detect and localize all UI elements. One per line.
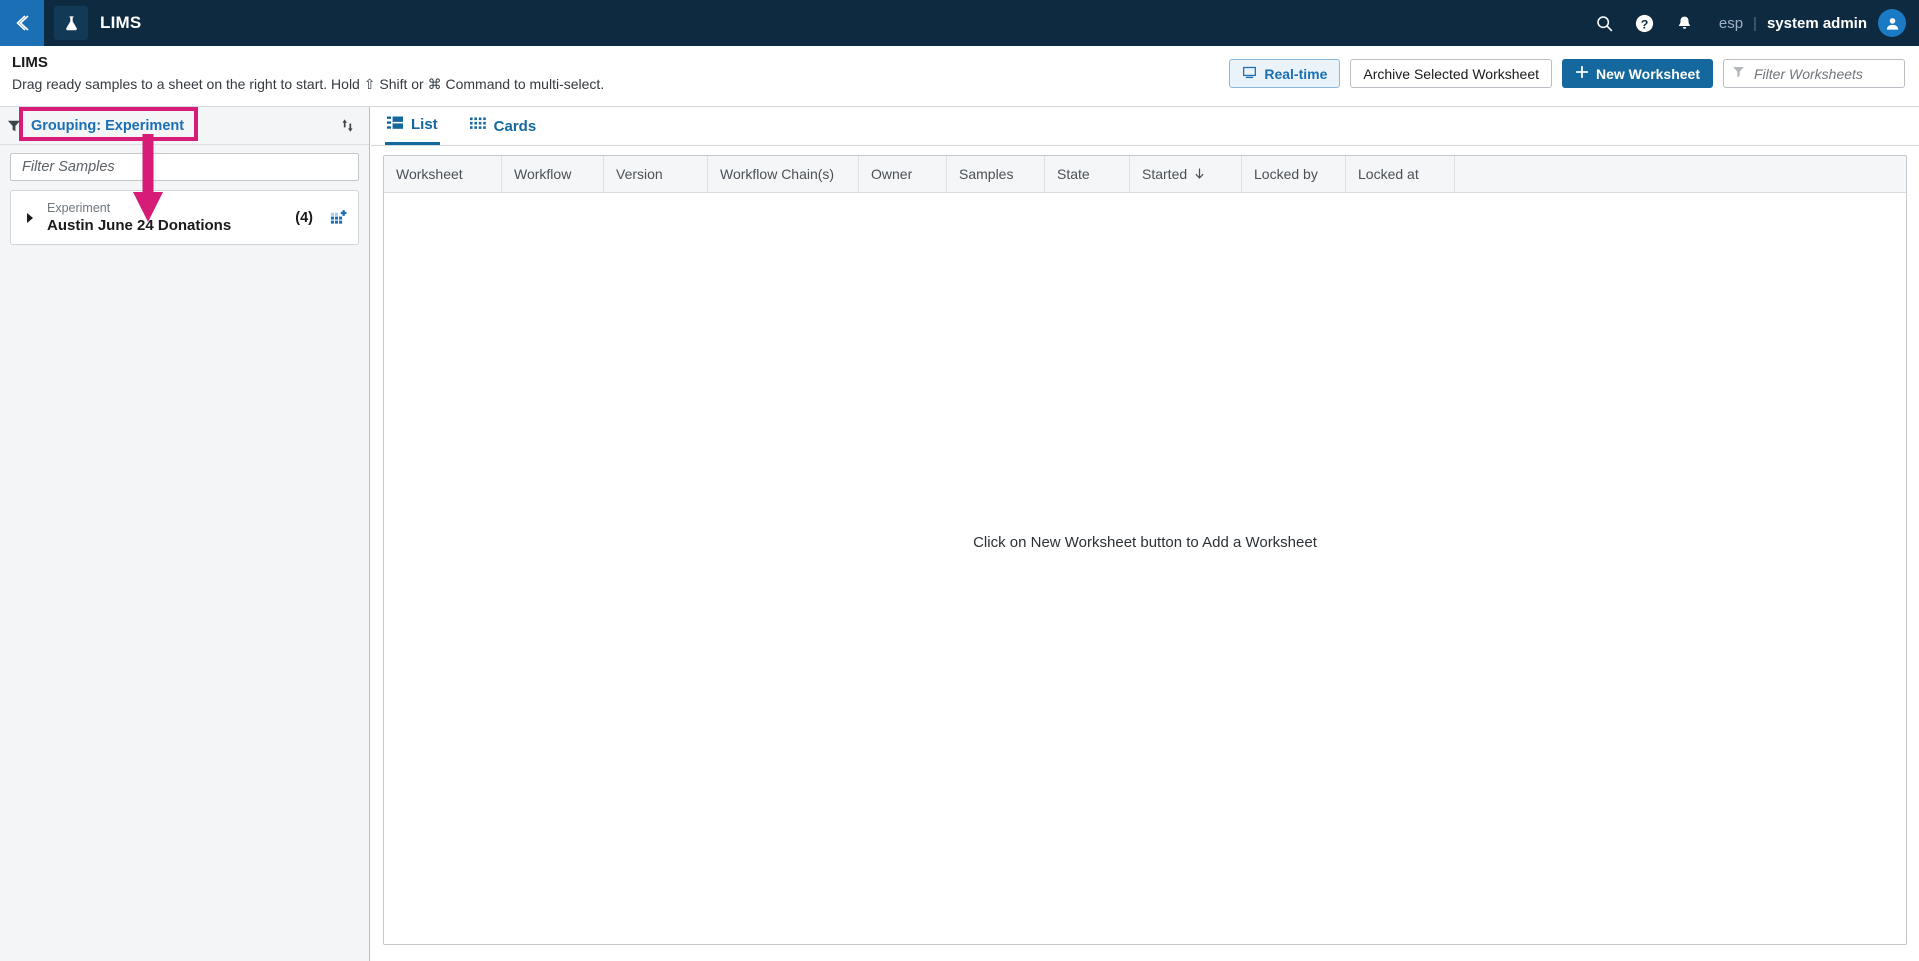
filter-worksheets-input[interactable] bbox=[1752, 64, 1896, 83]
tenant-label: esp bbox=[1718, 14, 1744, 32]
table-column-header-actions[interactable] bbox=[1455, 156, 1515, 192]
view-tabs: List Cards bbox=[371, 107, 1919, 146]
cards-view-icon bbox=[469, 117, 486, 135]
tab-list[interactable]: List bbox=[385, 107, 440, 145]
page-subtitle: Drag ready samples to a sheet on the rig… bbox=[12, 76, 605, 92]
tab-cards[interactable]: Cards bbox=[468, 107, 539, 145]
sort-updown-icon[interactable] bbox=[340, 117, 355, 134]
page-title: LIMS bbox=[12, 54, 48, 71]
chevron-double-left-icon bbox=[11, 12, 33, 34]
table-column-header-started[interactable]: Started bbox=[1130, 156, 1242, 192]
table-column-label: Started bbox=[1142, 166, 1188, 182]
arrow-down-icon bbox=[1194, 168, 1205, 180]
table-empty-state: Click on New Worksheet button to Add a W… bbox=[384, 193, 1906, 944]
sidebar-header: Grouping: Experiment bbox=[0, 107, 369, 145]
table-column-label: Workflow Chain(s) bbox=[720, 166, 835, 182]
tab-list-label: List bbox=[411, 116, 438, 133]
table-column-label: Owner bbox=[871, 166, 913, 182]
triangle-right-icon[interactable] bbox=[25, 212, 41, 224]
table-column-label: Samples bbox=[959, 166, 1014, 182]
table-column-header-locked-at[interactable]: Locked at bbox=[1346, 156, 1455, 192]
app-bar: LIMS ? esp | system admin bbox=[0, 0, 1919, 46]
funnel-icon[interactable] bbox=[7, 119, 21, 133]
table-column-header-owner[interactable]: Owner bbox=[859, 156, 947, 192]
filter-samples-input[interactable] bbox=[20, 154, 349, 180]
table-column-header-state[interactable]: State bbox=[1045, 156, 1130, 192]
sample-group-text: Experiment Austin June 24 Donations bbox=[47, 200, 231, 235]
avatar[interactable] bbox=[1878, 9, 1906, 37]
filter-worksheets-field[interactable] bbox=[1723, 59, 1905, 88]
search-icon[interactable] bbox=[1585, 0, 1625, 46]
table-column-header-workflow-chain-s[interactable]: Workflow Chain(s) bbox=[708, 156, 859, 192]
filter-samples-field[interactable] bbox=[10, 153, 359, 181]
table-column-header-worksheet[interactable]: Worksheet bbox=[384, 156, 502, 192]
list-view-icon bbox=[387, 116, 403, 134]
flask-icon bbox=[54, 6, 88, 40]
sidebar-collapse-button[interactable] bbox=[0, 0, 44, 46]
svg-text:?: ? bbox=[1641, 17, 1649, 31]
monitor-icon bbox=[1242, 65, 1257, 83]
samples-sidebar: Grouping: Experiment Experiment Austin J… bbox=[0, 107, 370, 961]
worksheets-table: Worksheet Workflow Version Workflow Chain(s… bbox=[383, 155, 1907, 945]
table-column-header-locked-by[interactable]: Locked by bbox=[1242, 156, 1346, 192]
tab-cards-label: Cards bbox=[493, 117, 537, 135]
new-worksheet-button[interactable]: New Worksheet bbox=[1562, 59, 1713, 88]
grouping-label[interactable]: Grouping: Experiment bbox=[31, 118, 184, 134]
sample-group-count: (4) bbox=[295, 209, 313, 226]
table-column-header-version[interactable]: Version bbox=[604, 156, 708, 192]
bell-icon[interactable] bbox=[1665, 0, 1705, 46]
archive-label: Archive Selected Worksheet bbox=[1363, 65, 1539, 82]
app-title: LIMS bbox=[100, 13, 142, 32]
table-column-label: State bbox=[1057, 166, 1090, 182]
table-column-header-workflow[interactable]: Workflow bbox=[502, 156, 604, 192]
worksheets-main-panel: List Cards Worksheet Workflow Version Wo… bbox=[371, 107, 1919, 961]
user-name-label: system admin bbox=[1766, 14, 1867, 32]
sample-group-card[interactable]: Experiment Austin June 24 Donations (4) bbox=[10, 190, 359, 245]
table-column-label: Locked by bbox=[1254, 166, 1318, 182]
tenant-separator: | bbox=[1753, 14, 1757, 32]
table-column-label: Version bbox=[616, 166, 663, 182]
page-header: LIMS Drag ready samples to a sheet on th… bbox=[0, 46, 1919, 107]
table-column-label: Locked at bbox=[1358, 166, 1419, 182]
sample-group-kind: Experiment bbox=[47, 201, 111, 215]
filter-samples-wrap bbox=[0, 145, 369, 181]
plus-icon bbox=[1575, 65, 1589, 82]
realtime-label: Real-time bbox=[1264, 65, 1328, 82]
new-worksheet-label: New Worksheet bbox=[1596, 65, 1700, 82]
app-bar-actions: ? esp | system admin bbox=[1585, 0, 1919, 46]
add-to-plate-icon[interactable] bbox=[329, 208, 348, 227]
table-header-row: Worksheet Workflow Version Workflow Chain(s… bbox=[384, 156, 1906, 193]
funnel-icon bbox=[1732, 65, 1745, 83]
page-header-actions: Real-time Archive Selected Worksheet New… bbox=[1229, 59, 1905, 88]
sample-group-name: Austin June 24 Donations bbox=[47, 217, 232, 234]
realtime-toggle-button[interactable]: Real-time bbox=[1229, 59, 1341, 88]
archive-selected-worksheet-button[interactable]: Archive Selected Worksheet bbox=[1350, 59, 1552, 88]
table-column-label: Workflow bbox=[514, 166, 572, 182]
table-column-header-samples[interactable]: Samples bbox=[947, 156, 1045, 192]
empty-state-message: Click on New Worksheet button to Add a W… bbox=[973, 534, 1317, 551]
table-column-label: Worksheet bbox=[396, 166, 463, 182]
help-circle-icon[interactable]: ? bbox=[1625, 0, 1665, 46]
